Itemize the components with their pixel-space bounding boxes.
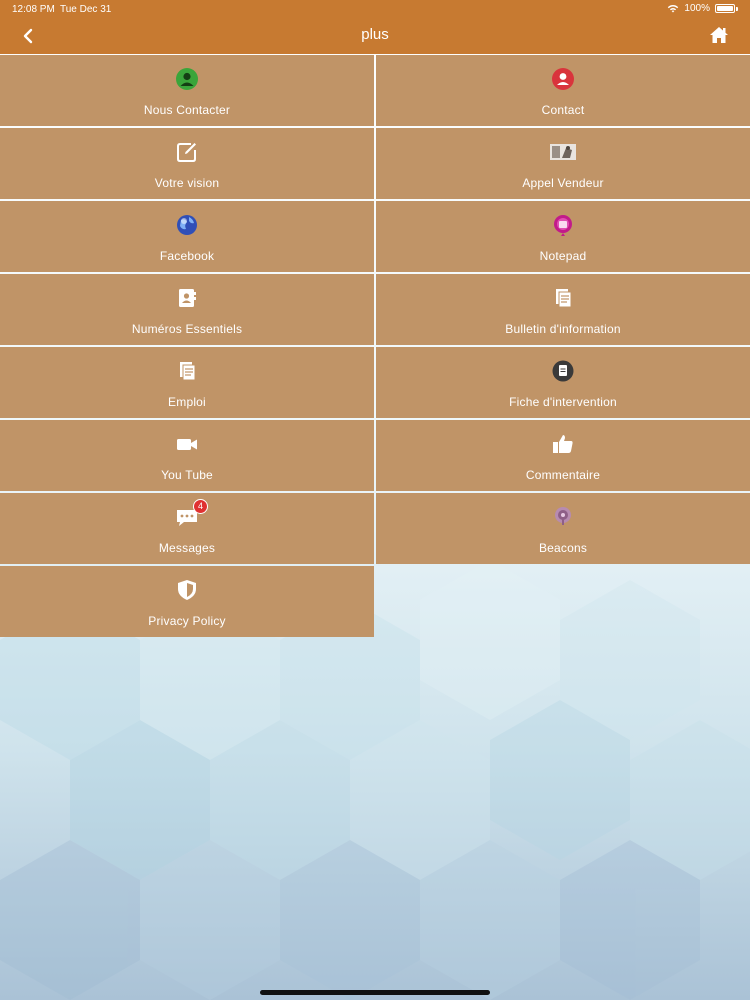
menu-item-beacons[interactable]: Beacons [376,493,750,564]
menu-item-commentaire[interactable]: Commentaire [376,420,750,491]
menu-item-emploi[interactable]: Emploi [0,347,374,418]
menu-item-label: Privacy Policy [148,614,226,628]
messages-icon-wrap: 4 [175,499,208,529]
menu-item-messages[interactable]: 4 Messages [0,493,374,564]
menu-item-contact[interactable]: Contact [376,55,750,126]
beacon-icon [555,507,571,525]
menu-item-notepad[interactable]: Notepad [376,201,750,272]
menu-item-label: Messages [158,541,216,555]
shield-icon [178,580,196,600]
menu-item-label: Commentaire [525,468,601,482]
navigation-bar: plus [0,18,750,54]
menu-item-label: Fiche d'intervention [509,395,617,409]
menu-item-fiche-intervention[interactable]: Fiche d'intervention [376,347,750,418]
menu-item-facebook[interactable]: Facebook [0,201,374,272]
doc-circle-icon [552,360,574,382]
menu-item-label: Bulletin d'information [505,322,621,336]
address-book-icon [179,289,196,307]
status-date: Tue Dec 31 [60,4,112,15]
battery-tip [736,6,738,11]
menu-grid: Nous Contacter Contact Votre vision Appe… [0,55,750,637]
globe-icon [177,215,197,235]
menu-item-label: Facebook [159,249,215,263]
home-icon[interactable] [708,24,730,46]
menu-item-votre-vision[interactable]: Votre vision [0,128,374,199]
menu-item-label: Beacons [538,541,588,555]
menu-item-label: Votre vision [154,176,220,190]
edit-icon [177,143,196,162]
seller-photo-icon [550,144,576,160]
status-time: 12:08 PM [12,4,55,15]
page-title: plus [361,26,389,43]
menu-item-privacy-policy[interactable]: Privacy Policy [0,566,374,637]
menu-item-label: Numéros Essentiels [131,322,243,336]
contact-person-green-icon [176,68,198,90]
person-red-circle-icon [552,68,574,90]
menu-item-youtube[interactable]: You Tube [0,420,374,491]
home-indicator[interactable] [260,990,490,995]
menu-item-label: Nous Contacter [143,103,231,117]
menu-item-label: You Tube [161,468,213,482]
menu-item-appel-vendeur[interactable]: Appel Vendeur [376,128,750,199]
menu-item-label: Emploi [168,395,206,409]
battery-percent: 100% [684,3,710,14]
battery-icon [715,4,735,13]
documents-icon [180,362,196,381]
top-bar: 12:08 PM Tue Dec 31 100% plus [0,0,750,54]
thumbs-up-icon [553,435,573,453]
menu-item-label: Contact [541,103,585,117]
documents-icon [556,289,572,308]
notepad-pink-icon [554,215,572,236]
menu-item-label: Notepad [539,249,587,263]
menu-item-numeros-essentiels[interactable]: Numéros Essentiels [0,274,374,345]
status-bar: 12:08 PM Tue Dec 31 100% [0,0,750,18]
wifi-icon [668,5,679,13]
status-right: 100% [667,3,738,14]
menu-item-label: Appel Vendeur [522,176,604,190]
menu-item-bulletin[interactable]: Bulletin d'information [376,274,750,345]
video-camera-icon [177,439,197,450]
menu-item-nous-contacter[interactable]: Nous Contacter [0,55,374,126]
messages-badge: 4 [193,499,208,514]
